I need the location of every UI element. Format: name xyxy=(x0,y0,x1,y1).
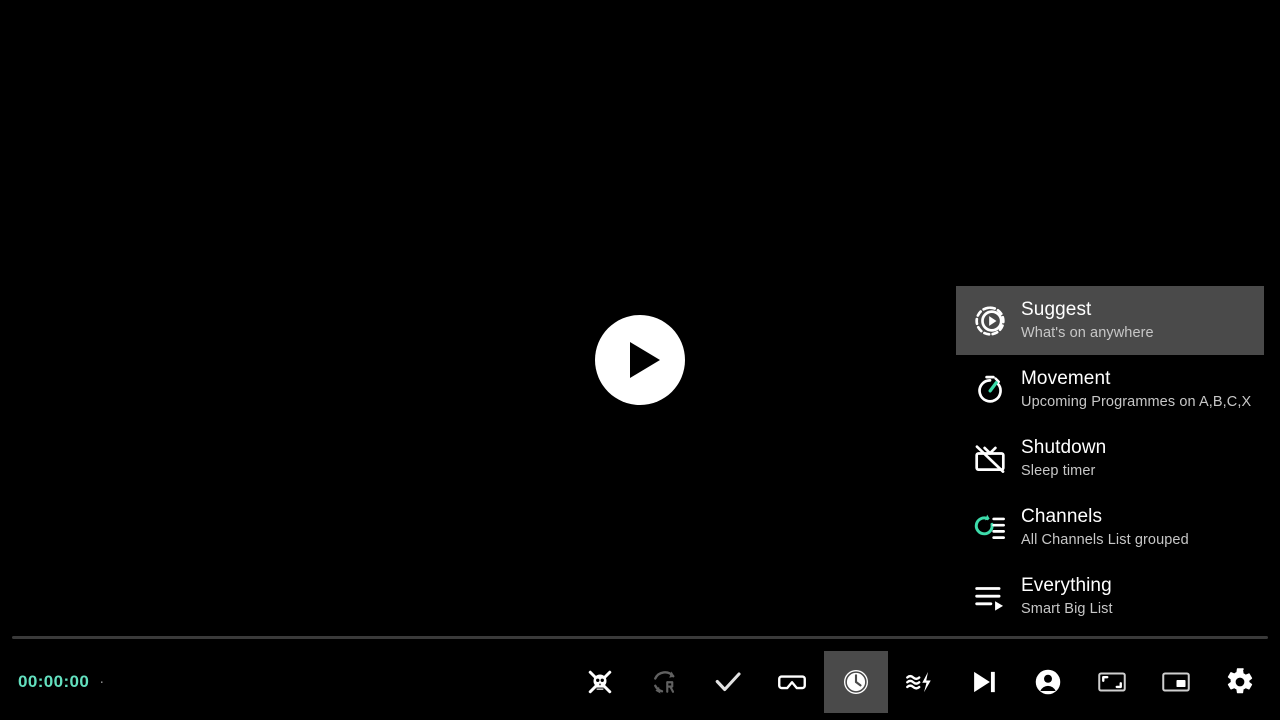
menu-item-everything[interactable]: Everything Smart Big List xyxy=(956,562,1264,631)
center-play-button[interactable] xyxy=(595,315,685,405)
menu-item-subtitle: What's on anywhere xyxy=(1021,325,1154,341)
account-button[interactable] xyxy=(1016,651,1080,713)
menu-item-text: Shutdown Sleep timer xyxy=(1016,436,1106,481)
vr-goggles-icon xyxy=(777,667,807,697)
check-icon xyxy=(713,667,743,697)
menu-item-text: Suggest What's on anywhere xyxy=(1016,298,1154,343)
pip-button[interactable] xyxy=(1144,651,1208,713)
bottom-control-bar: 00:00:00 · xyxy=(0,644,1280,720)
waves-bolt-icon xyxy=(905,667,935,697)
play-in-dashed-circle-icon xyxy=(964,299,1016,343)
screen-rotation-button[interactable] xyxy=(632,651,696,713)
menu-item-text: Channels All Channels List grouped xyxy=(1016,505,1189,550)
menu-item-title: Everything xyxy=(1021,575,1112,596)
toolbar xyxy=(568,644,1272,720)
menu-item-subtitle: Sleep timer xyxy=(1021,463,1096,479)
menu-item-title: Suggest xyxy=(1021,299,1092,320)
check-button[interactable] xyxy=(696,651,760,713)
screen-rotation-icon xyxy=(649,667,679,697)
account-circle-icon xyxy=(1033,667,1063,697)
side-menu: Suggest What's on anywhere Movement Upco… xyxy=(956,286,1264,631)
menu-item-title: Shutdown xyxy=(1021,437,1107,458)
vr-goggles-button[interactable] xyxy=(760,651,824,713)
video-player-screen: Suggest What's on anywhere Movement Upco… xyxy=(0,0,1280,720)
menu-item-subtitle: Smart Big List xyxy=(1021,601,1113,617)
play-triangle-icon xyxy=(630,342,660,378)
menu-item-title: Movement xyxy=(1021,368,1111,389)
stopwatch-icon xyxy=(964,368,1016,412)
speed-button[interactable] xyxy=(888,651,952,713)
menu-item-movement[interactable]: Movement Upcoming Programmes on A,B,C,X xyxy=(956,355,1264,424)
clock-icon xyxy=(841,667,871,697)
skull-crossbones-button[interactable] xyxy=(568,651,632,713)
skip-next-icon xyxy=(968,666,1000,698)
aspect-ratio-icon xyxy=(1097,667,1127,697)
menu-item-text: Movement Upcoming Programmes on A,B,C,X xyxy=(1016,367,1251,412)
menu-item-subtitle: All Channels List grouped xyxy=(1021,532,1189,548)
menu-item-title: Channels xyxy=(1021,506,1103,527)
time-display: 00:00:00 · xyxy=(18,644,104,720)
skull-crossbones-icon xyxy=(585,667,615,697)
gear-icon xyxy=(1225,667,1255,697)
aspect-ratio-button[interactable] xyxy=(1080,651,1144,713)
settings-button[interactable] xyxy=(1208,651,1272,713)
tv-off-icon xyxy=(964,437,1016,481)
elapsed-time-label: 00:00:00 xyxy=(18,672,90,691)
playlist-play-icon xyxy=(964,575,1016,619)
timer-button[interactable] xyxy=(824,651,888,713)
menu-item-text: Everything Smart Big List xyxy=(1016,574,1113,619)
menu-item-shutdown[interactable]: Shutdown Sleep timer xyxy=(956,424,1264,493)
menu-item-channels[interactable]: Channels All Channels List grouped xyxy=(956,493,1264,562)
refresh-list-icon xyxy=(964,506,1016,550)
progress-bar[interactable] xyxy=(12,636,1268,639)
next-button[interactable] xyxy=(952,651,1016,713)
pip-icon xyxy=(1161,667,1191,697)
menu-item-suggest[interactable]: Suggest What's on anywhere xyxy=(956,286,1264,355)
menu-item-subtitle: Upcoming Programmes on A,B,C,X xyxy=(1021,394,1252,410)
time-separator-dot: · xyxy=(99,673,105,690)
